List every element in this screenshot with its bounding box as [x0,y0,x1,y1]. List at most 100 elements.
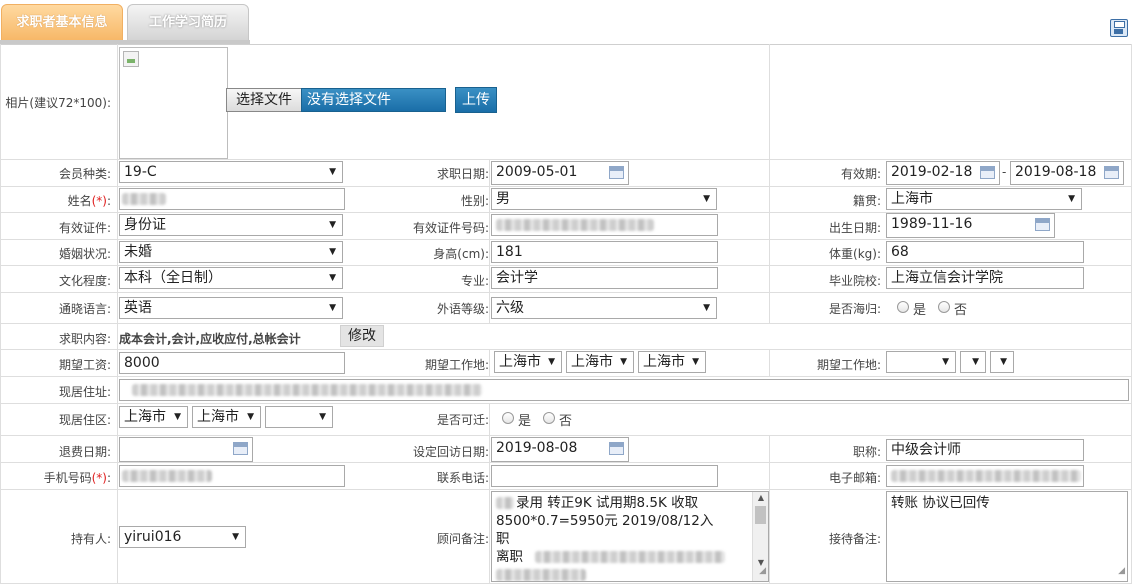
id-type-label: 有效证件: [58,221,111,235]
title-label: 职称: [852,445,881,459]
relocate-no-label: 否 [559,414,573,429]
upload-button[interactable]: 上传 [455,87,497,113]
scroll-thumb[interactable] [755,506,766,524]
divider [117,44,118,584]
address-input[interactable] [119,379,1129,401]
expected-location-select-1[interactable]: 上海市 ▼ [494,351,562,373]
dropdown-arrow-icon: ▼ [329,167,336,177]
phone-input[interactable] [491,465,718,487]
expected-location2-select-3[interactable]: ▼ [990,351,1014,373]
calendar-icon[interactable] [1104,166,1119,179]
expected-location2-select-2[interactable]: ▼ [960,351,986,373]
title-input[interactable]: 中级会计师 [886,439,1084,461]
major-input[interactable]: 会计学 [491,267,718,289]
dropdown-arrow-icon: ▼ [703,194,710,204]
expected-salary-input[interactable]: 8000 [119,352,345,374]
resize-handle-icon[interactable]: ◢ [1118,562,1125,580]
save-icon[interactable] [1110,19,1128,37]
education-value: 本科（全日制） [124,270,222,286]
language-level-select[interactable]: 六级 ▼ [491,297,717,319]
language-select[interactable]: 英语 ▼ [119,297,343,319]
calendar-icon[interactable] [233,442,248,455]
school-input[interactable]: 上海立信会计学院 [886,267,1084,289]
current-area-select-3[interactable]: ▼ [265,406,333,428]
birth-date-label: 出生日期: [828,221,881,235]
redacted-text [122,193,166,205]
current-area-select-1[interactable]: 上海市 ▼ [119,406,188,428]
weight-input[interactable]: 68 [886,241,1084,263]
current-area-value: 上海市 [124,409,166,425]
mobile-input[interactable] [119,465,345,487]
calendar-icon[interactable] [980,166,995,179]
member-type-select[interactable]: 19-C ▼ [119,161,343,183]
holder-select[interactable]: yirui016 ▼ [119,526,246,548]
returnee-no-radio[interactable] [938,301,950,313]
expected-location-value: 上海市 [499,354,541,370]
divider [0,159,1132,160]
gender-label: 性别: [460,194,489,208]
current-area-select-2[interactable]: 上海市 ▼ [192,406,261,428]
education-label: 文化程度: [58,274,111,288]
reception-note-textarea[interactable]: 转账 协议已回传 ◢ [886,491,1128,582]
expected-location-select-2[interactable]: 上海市 ▼ [566,351,634,373]
apply-date-label: 求职日期: [436,167,489,181]
resize-handle-icon[interactable]: ◢ [759,562,766,580]
education-select[interactable]: 本科（全日制） ▼ [119,267,343,289]
apply-date-input[interactable]: 2009-05-01 [491,161,629,185]
divider [769,159,770,324]
divider [489,159,490,324]
email-input[interactable] [886,465,1084,487]
marital-select[interactable]: 未婚 ▼ [119,241,343,263]
tab-work-history[interactable]: 工作学习简历 [127,4,249,41]
required-mark: (*) [91,194,107,208]
dropdown-arrow-icon: ▼ [329,220,336,230]
mobile-label: 手机号码(*): [44,469,111,486]
native-place-select[interactable]: 上海市 ▼ [886,188,1082,210]
choose-file-button[interactable]: 选择文件 [226,88,302,112]
dropdown-arrow-icon: ▼ [329,247,336,257]
id-type-select[interactable]: 身份证 ▼ [119,214,343,236]
expected-location-select-3[interactable]: 上海市 ▼ [638,351,706,373]
id-number-input[interactable] [491,214,718,236]
calendar-icon[interactable] [609,166,624,179]
relocate-yes-radio[interactable] [502,412,514,424]
divider [0,186,1132,187]
returnee-label: 是否海归: [828,302,881,316]
followup-date-input[interactable]: 2019-08-08 [491,437,629,462]
scroll-up-icon[interactable]: ▲ [753,492,768,504]
dropdown-arrow-icon: ▼ [703,303,710,313]
divider [0,265,1132,266]
expected-location-value: 上海市 [571,354,613,370]
modify-button[interactable]: 修改 [340,325,384,347]
reception-note-text: 转账 协议已回传 [891,495,990,511]
height-input[interactable]: 181 [491,241,718,263]
refund-date-input[interactable] [119,437,253,462]
birth-date-value: 1989-11-16 [891,216,973,232]
calendar-icon[interactable] [609,442,624,455]
valid-from-input[interactable]: 2019-02-18 [886,161,1000,185]
birth-date-input[interactable]: 1989-11-16 [886,213,1055,238]
colon: : [106,194,111,208]
redacted-text [496,569,586,581]
current-area-label: 现居住区: [58,413,111,427]
name-input[interactable] [119,188,345,210]
language-level-label: 外语等级: [436,302,489,316]
calendar-icon[interactable] [1035,218,1050,231]
consultant-note-textarea[interactable]: 录用 转正9K 试用期8.5K 收取 8500*0.7=5950元 2019/0… [491,491,769,582]
current-area-value: 上海市 [197,409,239,425]
expected-location2-select-1[interactable]: ▼ [886,351,956,373]
native-place-value: 上海市 [891,191,933,207]
relocate-no-radio[interactable] [543,412,555,424]
expected-salary-label: 期望工资: [58,358,111,372]
dropdown-arrow-icon: ▼ [1000,357,1007,367]
dropdown-arrow-icon: ▼ [329,273,336,283]
member-type-value: 19-C [124,164,157,180]
date-range-dash: - [1002,165,1007,179]
valid-to-input[interactable]: 2019-08-18 [1010,161,1124,185]
marital-value: 未婚 [124,244,152,260]
returnee-yes-radio[interactable] [897,301,909,313]
tab-basic-info[interactable]: 求职者基本信息 [1,4,123,41]
gender-select[interactable]: 男 ▼ [491,188,717,210]
divider [769,349,770,376]
redacted-text [535,551,725,563]
